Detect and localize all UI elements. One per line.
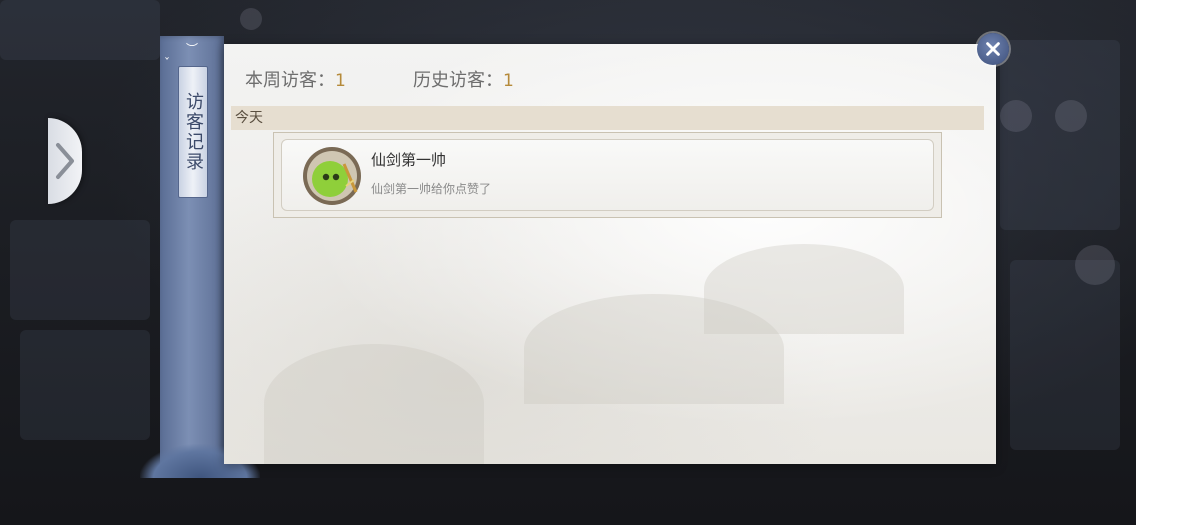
history-visitors-count: 1 <box>503 71 514 91</box>
weekly-visitors-label: 本周访客： <box>245 70 335 91</box>
bg-decoration <box>1010 260 1120 450</box>
bg-mountain <box>704 244 904 334</box>
section-header-today: 今天 <box>231 106 984 130</box>
close-icon <box>986 42 1000 56</box>
history-visitors-stat: 历史访客：1 <box>413 66 514 92</box>
visitor-message: 仙剑第一帅给你点赞了 <box>371 182 492 196</box>
visitor-name: 仙剑第一帅 <box>371 151 447 169</box>
bg-decoration <box>1075 245 1115 285</box>
bg-decoration <box>1055 100 1087 132</box>
chevron-right-icon <box>56 143 74 179</box>
dialog-title: 访客记录 <box>183 92 204 172</box>
bird-decoration: ˇ <box>164 56 170 70</box>
bg-decoration <box>1000 40 1120 230</box>
bird-decoration: ︶ <box>186 42 199 56</box>
bg-decoration <box>0 0 160 60</box>
bg-decoration <box>20 330 150 440</box>
bg-decoration <box>10 220 150 320</box>
close-button[interactable] <box>977 33 1009 65</box>
bg-mountain <box>264 344 484 464</box>
bg-decoration <box>240 8 262 30</box>
weekly-visitors-count: 1 <box>335 71 346 91</box>
dialog-title-tag: 访客记录 <box>178 66 208 198</box>
history-visitors-label: 历史访客： <box>413 70 503 91</box>
green-ghost-avatar-icon[interactable] <box>302 146 362 206</box>
bg-decoration <box>1000 100 1032 132</box>
weekly-visitors-stat: 本周访客：1 <box>245 66 346 92</box>
